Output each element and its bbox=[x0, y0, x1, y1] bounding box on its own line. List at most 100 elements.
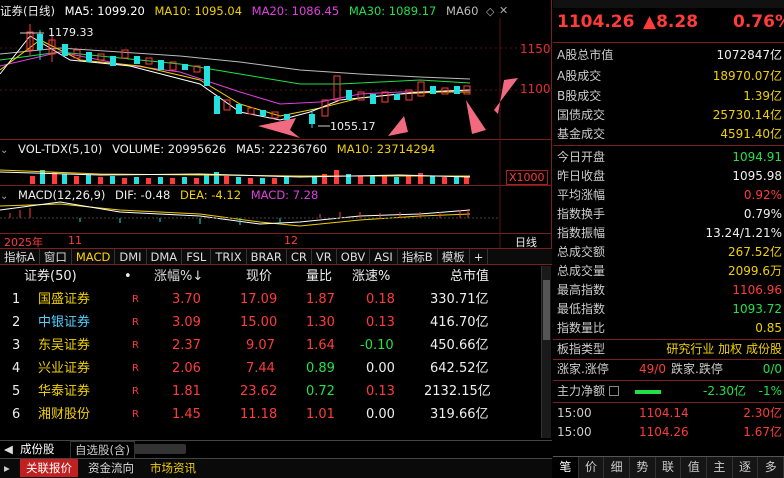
stat-label: B股成交 bbox=[557, 89, 602, 103]
tab-watchlist[interactable]: 自选股(含) bbox=[70, 441, 135, 459]
tab-price[interactable]: 价 bbox=[579, 457, 605, 478]
tab-trades[interactable]: 笔 bbox=[553, 457, 579, 478]
tab-constituents[interactable]: 成份股 bbox=[20, 441, 55, 457]
tab-value[interactable]: 值 bbox=[681, 457, 708, 478]
stock-name[interactable]: 湘财股份 bbox=[38, 404, 90, 427]
market-cap: 330.71亿 bbox=[430, 292, 489, 307]
divider bbox=[553, 380, 784, 381]
stat-value: 1094.91 bbox=[732, 150, 782, 164]
tab-fsl[interactable]: FSL bbox=[182, 249, 212, 264]
prev-arrow-icon[interactable]: ◀ bbox=[4, 441, 13, 457]
col-pct-header[interactable]: 涨幅%↓ bbox=[154, 266, 203, 289]
stat-label: 指数振幅 bbox=[557, 226, 606, 240]
r-flag: R bbox=[132, 409, 139, 420]
price-tick-1100: 1100 bbox=[520, 82, 551, 96]
stat-label: 指数量比 bbox=[557, 321, 606, 335]
tab-asi[interactable]: ASI bbox=[370, 249, 398, 264]
stat-row: 最高指数 1106.96 bbox=[553, 281, 784, 300]
tab-market-news[interactable]: 市场资讯 bbox=[150, 459, 196, 477]
stat-row: A股总市值 1072847亿 bbox=[553, 46, 784, 65]
tab-brar[interactable]: BRAR bbox=[247, 249, 287, 264]
tab-cr[interactable]: CR bbox=[287, 249, 312, 264]
col-cap-header[interactable]: 总市值 bbox=[450, 266, 489, 289]
tab-fund-flow[interactable]: 资金流向 bbox=[88, 459, 134, 477]
tab-add[interactable]: + bbox=[470, 249, 489, 264]
volume-ratio: 0.89 bbox=[306, 361, 335, 376]
price: 11.18 bbox=[240, 407, 278, 422]
price: 17.09 bbox=[240, 292, 278, 307]
r-flag: R bbox=[132, 386, 139, 397]
table-row[interactable]: 1 国盛证券 R 3.70 17.09 1.87 0.18 330.71亿 bbox=[0, 289, 552, 312]
tab-trend[interactable]: 势 bbox=[630, 457, 656, 478]
macd-name: MACD(12,26,9) bbox=[18, 188, 106, 202]
stat-label: A股总市值 bbox=[557, 48, 614, 62]
tab-related-quotes[interactable]: 关联报价 bbox=[20, 459, 78, 477]
col-speed-header[interactable]: 涨速% bbox=[352, 266, 390, 289]
table-row[interactable]: 6 湘财股份 R 1.45 11.18 1.01 0.00 319.66亿 bbox=[0, 404, 552, 427]
tab-obv[interactable]: OBV bbox=[337, 249, 371, 264]
volume-ratio: 0.72 bbox=[306, 384, 335, 399]
macd-dea: DEA: -4.12 bbox=[179, 188, 242, 202]
r-flag: R bbox=[132, 340, 139, 351]
stat-label: 最低指数 bbox=[557, 302, 606, 316]
tab-window[interactable]: 窗口 bbox=[40, 249, 72, 264]
stat-value: 0.92% bbox=[743, 188, 782, 202]
stock-name[interactable]: 国盛证券 bbox=[38, 289, 90, 312]
tab-macd[interactable]: MACD bbox=[72, 249, 116, 264]
stock-name[interactable]: 东吴证券 bbox=[38, 335, 90, 358]
main-flow-pct: -1% bbox=[758, 384, 782, 398]
flow-info-icon[interactable] bbox=[609, 386, 619, 396]
tab-scroll-handle[interactable] bbox=[134, 444, 186, 454]
current-price: 1104.26 bbox=[557, 12, 635, 32]
down-count-value: 0/0 bbox=[762, 362, 782, 376]
col-vr-header[interactable]: 量比 bbox=[306, 266, 332, 289]
table-row[interactable]: 2 中银证券 R 3.09 15.00 1.30 0.13 416.70亿 bbox=[0, 312, 552, 335]
tab-dma[interactable]: DMA bbox=[147, 249, 183, 264]
tab-template[interactable]: 模板 bbox=[438, 249, 470, 264]
macd-value: MACD: 7.28 bbox=[250, 188, 319, 202]
stock-name[interactable]: 华泰证券 bbox=[38, 381, 90, 404]
up-count-value: 49/0 bbox=[639, 362, 666, 376]
breadth-row: 涨家.涨停 49/0 跌家.跌停 0/0 bbox=[553, 360, 784, 379]
vol-unit: X1000 bbox=[506, 170, 548, 185]
tab-indicator-a[interactable]: 指标A bbox=[0, 249, 40, 264]
tab-vr[interactable]: VR bbox=[312, 249, 337, 264]
market-cap: 416.70亿 bbox=[430, 315, 489, 330]
menu-arrow-icon[interactable]: ▸ bbox=[4, 459, 10, 477]
speed: -0.10 bbox=[360, 338, 394, 353]
tab-dmi[interactable]: DMI bbox=[115, 249, 147, 264]
stat-label: 总成交额 bbox=[557, 245, 606, 259]
sector-type-value[interactable]: 研究行业 加权 成份股 bbox=[666, 340, 782, 359]
table-row[interactable]: 5 华泰证券 R 1.81 23.62 0.72 0.13 2132.15亿 bbox=[0, 381, 552, 404]
pct: 2.06 bbox=[172, 361, 201, 376]
tick-amount: 2.30亿 bbox=[743, 406, 782, 420]
scrollbar-thumb[interactable] bbox=[543, 280, 550, 340]
tab-multi[interactable]: 多 bbox=[758, 457, 784, 478]
stat-row: 总成交额 267.52亿 bbox=[553, 243, 784, 262]
right-tabs: 笔 价 细 势 联 值 主 逐 多 bbox=[553, 456, 784, 478]
tab-step[interactable]: 逐 bbox=[733, 457, 759, 478]
list-scrollbar[interactable] bbox=[541, 266, 551, 438]
tick-row: 15:00 1104.14 2.30亿 bbox=[553, 404, 784, 423]
col-name-header[interactable]: 证券(50) bbox=[24, 266, 77, 289]
speed: 0.18 bbox=[366, 292, 395, 307]
date-dec: 12 bbox=[284, 234, 298, 247]
col-price-header[interactable]: 现价 bbox=[246, 266, 272, 289]
stat-value: 4591.40亿 bbox=[720, 127, 782, 141]
stat-value: 18970.07亿 bbox=[712, 69, 782, 83]
stock-name[interactable]: 兴业证券 bbox=[38, 358, 90, 381]
tab-detail[interactable]: 细 bbox=[604, 457, 631, 478]
sector-type-row[interactable]: 板指类型 研究行业 加权 成份股 bbox=[553, 340, 784, 359]
divider bbox=[553, 42, 784, 43]
tab-indicator-b[interactable]: 指标B bbox=[398, 249, 438, 264]
tab-related[interactable]: 联 bbox=[656, 457, 682, 478]
table-row[interactable]: 3 东吴证券 R 2.37 9.07 1.64 -0.10 450.66亿 bbox=[0, 335, 552, 358]
tab-trix[interactable]: TRIX bbox=[211, 249, 247, 264]
stat-row: 最低指数 1093.72 bbox=[553, 300, 784, 319]
kline-chart-panel[interactable]: 证券(日线) MA5: 1099.20 MA10: 1095.04 MA20: … bbox=[0, 0, 552, 249]
table-row[interactable]: 4 兴业证券 R 2.06 7.44 0.89 0.00 642.52亿 bbox=[0, 358, 552, 381]
market-cap: 450.66亿 bbox=[430, 338, 489, 353]
vol-ma5: MA5: 22236760 bbox=[235, 142, 328, 156]
stock-name[interactable]: 中银证券 bbox=[38, 312, 90, 335]
tab-main[interactable]: 主 bbox=[707, 457, 733, 478]
